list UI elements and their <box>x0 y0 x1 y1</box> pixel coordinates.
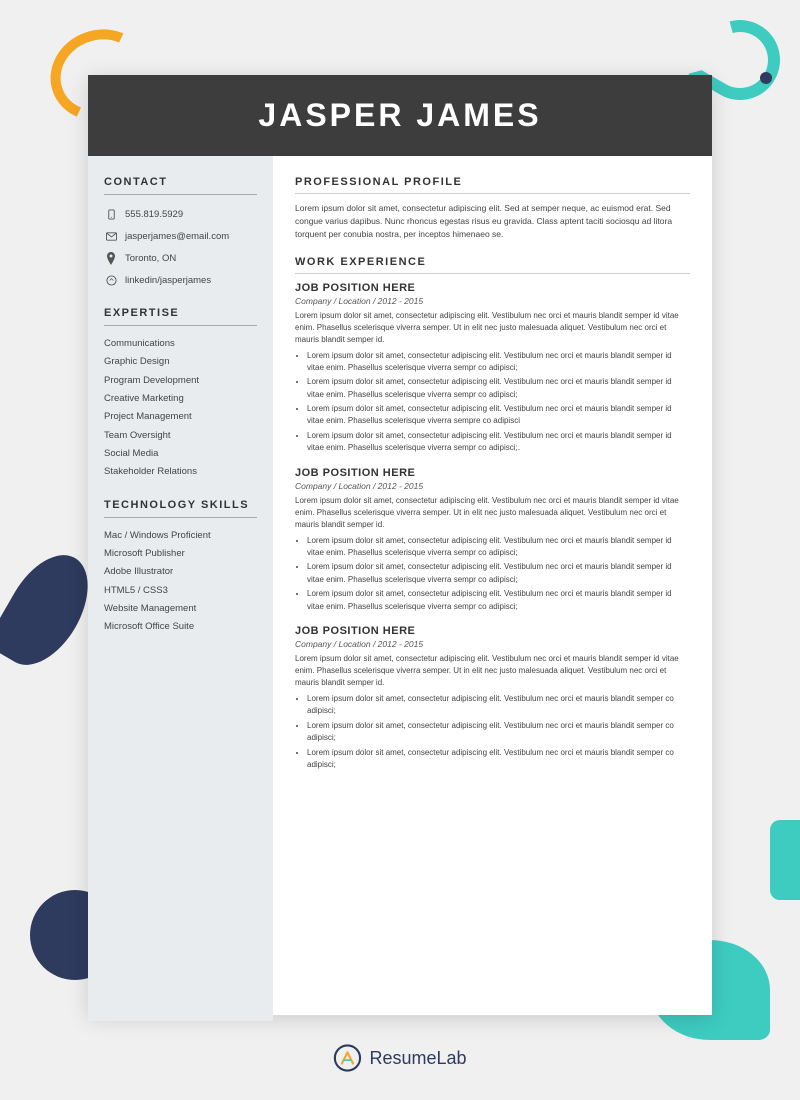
expertise-list: Communications Graphic Design Program Deve… <box>104 338 257 479</box>
expertise-divider <box>104 325 257 326</box>
linkedin-icon <box>104 273 118 287</box>
expertise-section: EXPERTISE Communications Graphic Design Pr… <box>104 307 257 479</box>
main-content: PROFESSIONAL PROFILE Lorem ipsum dolor s… <box>273 156 712 1021</box>
job-desc: Lorem ipsum dolor sit amet, consectetur … <box>295 310 690 346</box>
location-value: Toronto, ON <box>125 253 176 264</box>
profile-divider <box>295 193 690 194</box>
expertise-item: Stakeholder Relations <box>104 466 257 478</box>
tech-item: Website Management <box>104 603 257 615</box>
bullet-item: Lorem ipsum dolor sit amet, consectetur … <box>307 561 690 586</box>
tech-item: Microsoft Publisher <box>104 548 257 560</box>
bullet-item: Lorem ipsum dolor sit amet, consectetur … <box>307 693 690 718</box>
job-title: JOB POSITION HERE <box>295 625 690 637</box>
expertise-item: Graphic Design <box>104 356 257 368</box>
job-bullets: Lorem ipsum dolor sit amet, consectetur … <box>295 535 690 613</box>
tech-item: Mac / Windows Proficient <box>104 530 257 542</box>
email-item: jasperjames@email.com <box>104 229 257 243</box>
resume-sidebar: CONTACT 555.819.5929 jasperjames@email.c… <box>88 156 273 1021</box>
contact-section: CONTACT 555.819.5929 jasperjames@email.c… <box>104 176 257 287</box>
work-title: WORK EXPERIENCE <box>295 256 690 268</box>
tech-title: TECHNOLOGY SKILLS <box>104 499 257 511</box>
profile-section: PROFESSIONAL PROFILE Lorem ipsum dolor s… <box>295 176 690 242</box>
contact-title: CONTACT <box>104 176 257 188</box>
tech-section: TECHNOLOGY SKILLS Mac / Windows Proficie… <box>104 499 257 634</box>
bullet-item: Lorem ipsum dolor sit amet, consectetur … <box>307 720 690 745</box>
deco-dot <box>760 72 772 84</box>
job-entry: JOB POSITION HERE Company / Location / 20… <box>295 282 690 455</box>
job-bullets: Lorem ipsum dolor sit amet, consectetur … <box>295 693 690 771</box>
work-section: WORK EXPERIENCE JOB POSITION HERE Company… <box>295 256 690 772</box>
linkedin-value: linkedin/jasperjames <box>125 275 211 286</box>
resume-document: JASPER JAMES CONTACT 555.819.5929 <box>88 75 712 1015</box>
job-title: JOB POSITION HERE <box>295 467 690 479</box>
candidate-name: JASPER JAMES <box>118 97 682 134</box>
email-value: jasperjames@email.com <box>125 231 229 242</box>
brand-name: ResumeLab <box>369 1048 466 1069</box>
expertise-item: Project Management <box>104 411 257 423</box>
job-desc: Lorem ipsum dolor sit amet, consectetur … <box>295 495 690 531</box>
brand-footer: ResumeLab <box>333 1044 466 1072</box>
resume-header: JASPER JAMES <box>88 75 712 156</box>
linkedin-item: linkedin/jasperjames <box>104 273 257 287</box>
bullet-item: Lorem ipsum dolor sit amet, consectetur … <box>307 588 690 613</box>
bullet-item: Lorem ipsum dolor sit amet, consectetur … <box>307 376 690 401</box>
jobs-list: JOB POSITION HERE Company / Location / 20… <box>295 282 690 772</box>
tech-item: Microsoft Office Suite <box>104 621 257 633</box>
phone-value: 555.819.5929 <box>125 209 183 220</box>
deco-teal-bar <box>770 820 800 900</box>
expertise-item: Social Media <box>104 448 257 460</box>
location-item: Toronto, ON <box>104 251 257 265</box>
job-bullets: Lorem ipsum dolor sit amet, consectetur … <box>295 350 690 455</box>
job-desc: Lorem ipsum dolor sit amet, consectetur … <box>295 653 690 689</box>
bullet-item: Lorem ipsum dolor sit amet, consectetur … <box>307 350 690 375</box>
phone-icon <box>104 207 118 221</box>
expertise-item: Creative Marketing <box>104 393 257 405</box>
contact-divider <box>104 194 257 195</box>
bullet-item: Lorem ipsum dolor sit amet, consectetur … <box>307 403 690 428</box>
expertise-item: Program Development <box>104 375 257 387</box>
profile-title: PROFESSIONAL PROFILE <box>295 176 690 188</box>
job-entry: JOB POSITION HERE Company / Location / 20… <box>295 625 690 771</box>
expertise-item: Communications <box>104 338 257 350</box>
expertise-title: EXPERTISE <box>104 307 257 319</box>
bullet-item: Lorem ipsum dolor sit amet, consectetur … <box>307 430 690 455</box>
tech-divider <box>104 517 257 518</box>
resume-body: CONTACT 555.819.5929 jasperjames@email.c… <box>88 156 712 1021</box>
job-meta: Company / Location / 2012 - 2015 <box>295 481 690 491</box>
job-entry: JOB POSITION HERE Company / Location / 20… <box>295 467 690 613</box>
tech-item: Adobe Illustrator <box>104 566 257 578</box>
bullet-item: Lorem ipsum dolor sit amet, consectetur … <box>307 535 690 560</box>
expertise-item: Team Oversight <box>104 430 257 442</box>
location-icon <box>104 251 118 265</box>
job-title: JOB POSITION HERE <box>295 282 690 294</box>
job-meta: Company / Location / 2012 - 2015 <box>295 639 690 649</box>
work-divider <box>295 273 690 274</box>
job-meta: Company / Location / 2012 - 2015 <box>295 296 690 306</box>
tech-list: Mac / Windows Proficient Microsoft Publis… <box>104 530 257 634</box>
bullet-item: Lorem ipsum dolor sit amet, consectetur … <box>307 747 690 772</box>
profile-text: Lorem ipsum dolor sit amet, consectetur … <box>295 202 690 242</box>
email-icon <box>104 229 118 243</box>
phone-item: 555.819.5929 <box>104 207 257 221</box>
resumelab-logo-icon <box>333 1044 361 1072</box>
tech-item: HTML5 / CSS3 <box>104 585 257 597</box>
